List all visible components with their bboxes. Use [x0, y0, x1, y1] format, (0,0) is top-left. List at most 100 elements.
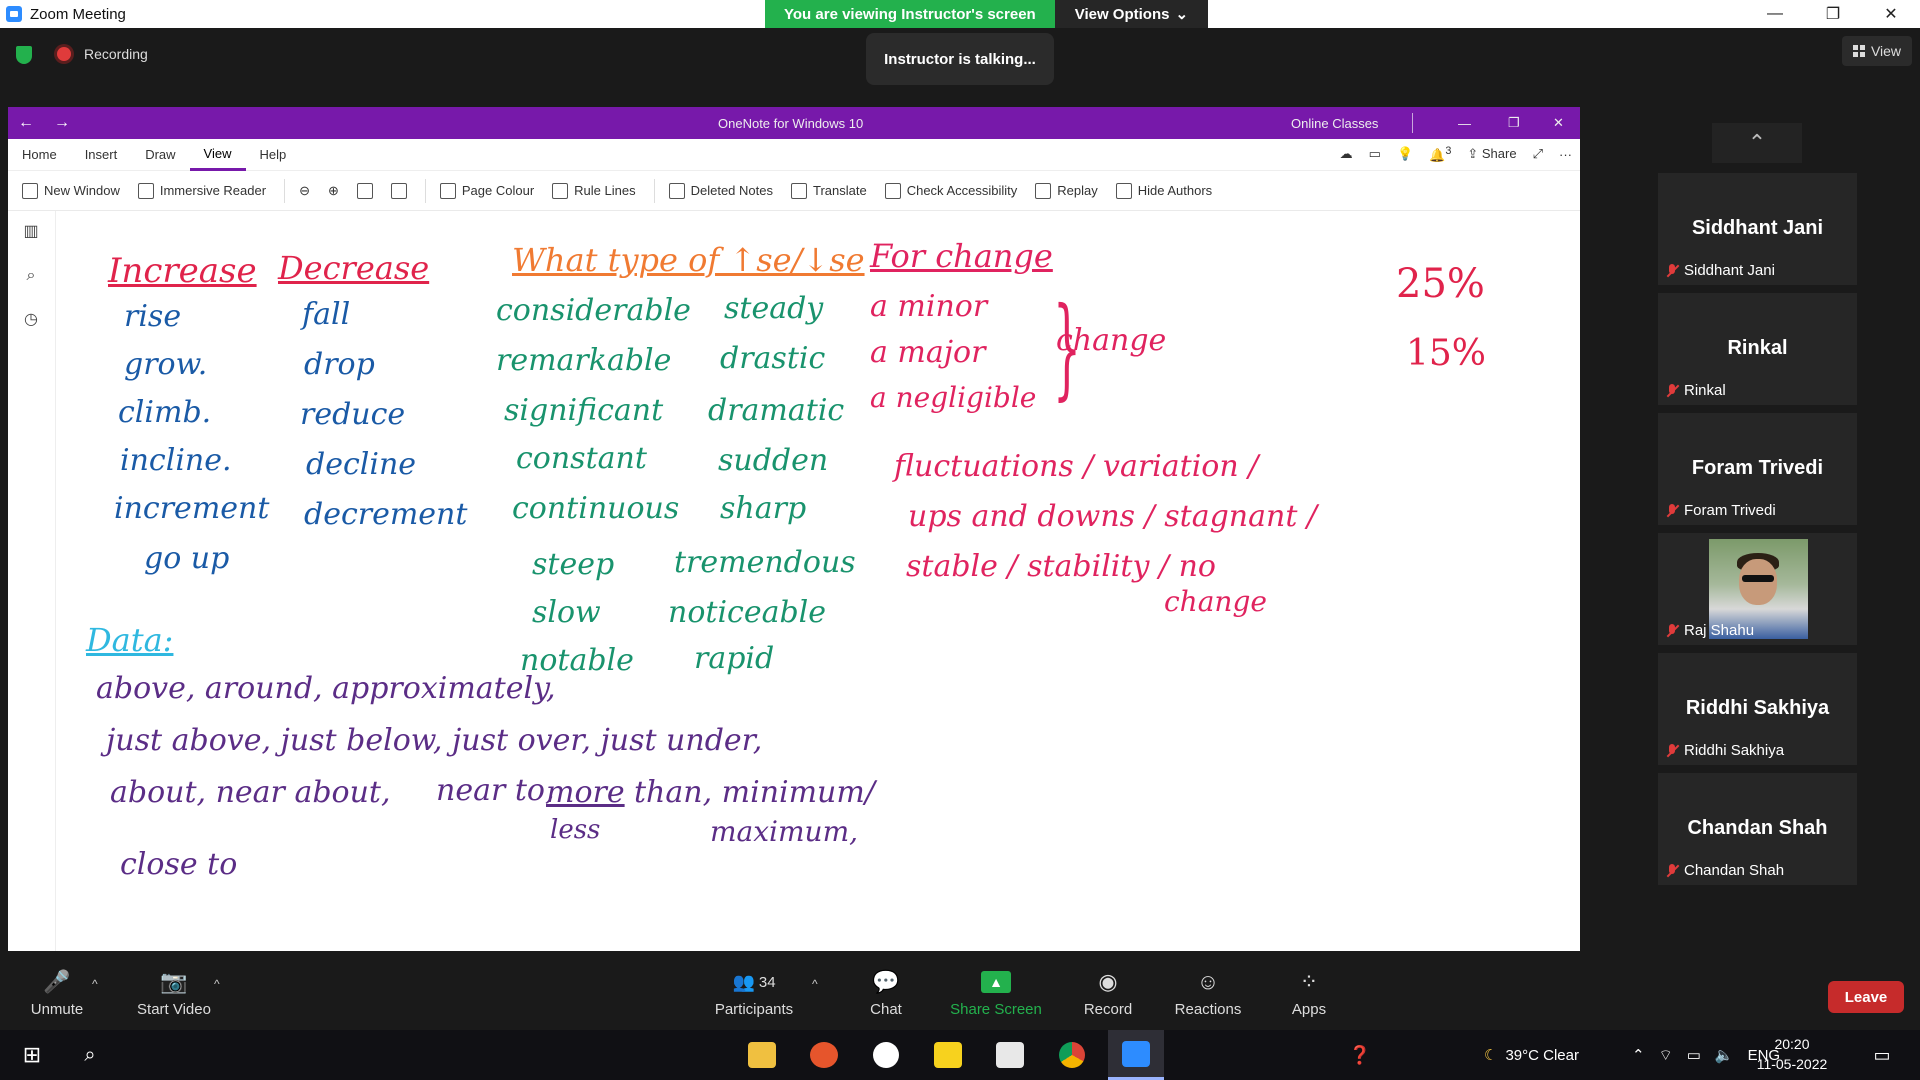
app-red-icon[interactable] [800, 1030, 848, 1080]
participant-tile[interactable]: Rinkal Rinkal [1658, 293, 1857, 405]
decrease-word: decline [306, 447, 417, 482]
collapse-gallery-button[interactable]: ⌃ [1712, 123, 1802, 163]
more-icon[interactable]: ··· [1559, 147, 1572, 162]
tab-insert[interactable]: Insert [71, 139, 132, 171]
start-video-button[interactable]: 📷 Start Video [134, 957, 214, 1030]
participant-tile[interactable]: Foram Trivedi Foram Trivedi [1658, 413, 1857, 525]
restore-button[interactable]: ❐ [1804, 0, 1862, 28]
rule-lines-button[interactable]: Rule Lines [552, 182, 636, 199]
onenote-restore-button[interactable]: ❐ [1508, 115, 1520, 131]
replay-button[interactable]: Replay [1035, 182, 1098, 199]
note-canvas[interactable]: Increase rise grow. climb. incline. incr… [56, 211, 1580, 951]
view-button[interactable]: View [1842, 36, 1912, 66]
view-options-button[interactable]: View Options ⌄ [1054, 0, 1209, 28]
share-button[interactable]: ⇪ Share [1467, 146, 1516, 162]
meeting-controls: 🎤 Unmute ^ 📷 Start Video ^ 👥 34 Particip… [0, 957, 1920, 1030]
page-width-button[interactable] [356, 182, 373, 199]
minimize-button[interactable]: — [1746, 0, 1804, 28]
close-button[interactable]: ✕ [1862, 0, 1920, 28]
participant-tile[interactable]: Raj Shahu [1658, 533, 1857, 645]
apps-button[interactable]: ⁘ Apps [1288, 957, 1330, 1030]
notebook-name[interactable]: Online Classes [1291, 116, 1378, 131]
decrease-word: drop [304, 347, 375, 382]
page-colour-button[interactable]: Page Colour [439, 182, 534, 199]
participant-tile[interactable]: Chandan Shah Chandan Shah [1658, 773, 1857, 885]
participants-options-caret[interactable]: ^ [812, 977, 818, 991]
forward-arrow-icon[interactable]: → [44, 114, 80, 132]
change-item: a minor [870, 289, 988, 324]
clock-date: 11-05-2022 [1756, 1056, 1828, 1072]
adjective: noticeable [668, 595, 827, 630]
audio-options-caret[interactable]: ^ [92, 977, 98, 991]
video-options-caret[interactable]: ^ [214, 977, 220, 991]
onenote-close-button[interactable]: ✕ [1553, 115, 1564, 131]
check-accessibility-button[interactable]: Check Accessibility [884, 182, 1018, 199]
tab-view[interactable]: View [189, 139, 246, 171]
check-accessibility-label: Check Accessibility [906, 183, 1018, 198]
fit-page-button[interactable] [390, 182, 407, 199]
reactions-icon: ☺ [1196, 969, 1220, 994]
tab-home[interactable]: Home [8, 139, 71, 171]
chrome-icon[interactable] [1048, 1030, 1096, 1080]
page-colour-icon [439, 182, 456, 199]
translate-icon [790, 182, 807, 199]
participant-name: Siddhant Jani [1691, 217, 1824, 239]
participant-tile[interactable]: Riddhi Sakhiya Riddhi Sakhiya [1658, 653, 1857, 765]
replay-label: Replay [1057, 183, 1098, 198]
hide-authors-button[interactable]: Hide Authors [1115, 182, 1212, 199]
authors-icon [1115, 182, 1132, 199]
participant-tile[interactable]: Siddhant Jani Siddhant Jani [1658, 173, 1857, 285]
battery-icon[interactable]: ▭ [1687, 1046, 1701, 1064]
deleted-notes-button[interactable]: Deleted Notes [668, 182, 773, 199]
zoom-in-button[interactable]: ⊕ [328, 183, 339, 199]
recent-notes-icon[interactable]: ◷ [22, 311, 40, 329]
grid-icon [1852, 45, 1865, 57]
adjective: tremendous [674, 545, 856, 580]
volume-icon[interactable]: 🔈 [1715, 1046, 1734, 1064]
weather[interactable]: ☾ 39°C Clear [1484, 1030, 1579, 1080]
participants-button[interactable]: 👥 34 Participants [710, 957, 798, 1030]
onenote-minimize-button[interactable]: — [1458, 116, 1471, 131]
lightbulb-icon[interactable]: 💡 [1397, 146, 1413, 162]
notebooks-nav-icon[interactable]: ▥ [22, 223, 40, 241]
viewing-screen-label: You are viewing Instructor's screen [765, 0, 1055, 28]
zoom-out-button[interactable]: ⊖ [299, 183, 310, 199]
search-icon[interactable]: ⌕ [22, 267, 40, 285]
immersive-reader-button[interactable]: Immersive Reader [137, 182, 266, 199]
zoom-taskbar-icon[interactable] [1108, 1030, 1164, 1080]
percentage: 25% [1396, 261, 1485, 307]
sync-icon[interactable]: ☁ [1340, 146, 1353, 162]
tab-draw[interactable]: Draw [131, 139, 189, 171]
tray-chevron-icon[interactable]: ⌃ [1632, 1046, 1645, 1064]
tab-help[interactable]: Help [246, 139, 301, 171]
app-circle-icon[interactable] [862, 1030, 910, 1080]
adjective: steep [532, 547, 615, 582]
file-explorer-icon[interactable] [738, 1030, 786, 1080]
immersive-reader-icon [137, 182, 154, 199]
share-screen-button[interactable]: ▲ Share Screen [948, 957, 1044, 1030]
wifi-icon[interactable]: ⌔ [1659, 1046, 1673, 1065]
security-shield-icon[interactable] [16, 46, 32, 64]
accessibility-icon [884, 182, 901, 199]
reactions-button[interactable]: ☺ Reactions [1172, 957, 1244, 1030]
help-icon[interactable]: ❓ [1342, 1030, 1378, 1080]
chat-button[interactable]: 💬 Chat [862, 957, 910, 1030]
translate-button[interactable]: Translate [790, 182, 867, 199]
leave-button[interactable]: Leave [1828, 981, 1904, 1013]
adjective: dramatic [708, 393, 845, 428]
clock[interactable]: 20:20 11-05-2022 [1742, 1034, 1842, 1074]
windows-start-icon[interactable]: ⊞ [8, 1030, 56, 1080]
expand-icon[interactable]: ⤢ [1533, 146, 1543, 162]
search-icon[interactable]: ⌕ [66, 1030, 114, 1080]
sticky-notes-icon[interactable] [924, 1030, 972, 1080]
notifications-center-icon[interactable]: ▭ [1862, 1030, 1902, 1080]
back-arrow-icon[interactable]: ← [8, 114, 44, 132]
notifications-icon[interactable]: 🔔3 [1429, 145, 1451, 163]
view-options-label: View Options [1074, 5, 1170, 23]
app-share-icon[interactable] [986, 1030, 1034, 1080]
new-window-button[interactable]: New Window [22, 182, 120, 199]
notebooks-icon[interactable]: ▭ [1369, 146, 1381, 162]
unmute-button[interactable]: 🎤 Unmute [24, 957, 90, 1030]
increase-word: incline. [120, 443, 232, 478]
record-button[interactable]: ◉ Record [1080, 957, 1136, 1030]
